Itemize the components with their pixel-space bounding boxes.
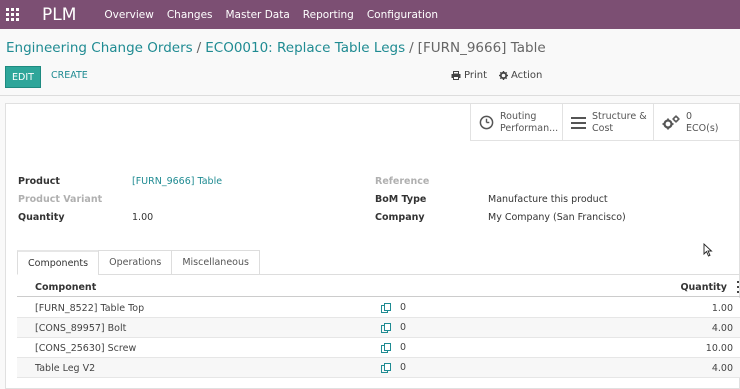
- bom-type-value: Manufacture this product: [488, 194, 608, 205]
- control-panel-divider: [0, 95, 740, 96]
- routing-label-line1: Routing: [500, 110, 537, 122]
- top-navbar: PLM Overview Changes Master Data Reporti…: [0, 0, 740, 29]
- product-variant-label: Product Variant: [18, 194, 103, 205]
- action-label: Action: [511, 70, 543, 81]
- routing-performance-button[interactable]: Routing Performan...: [470, 104, 562, 141]
- row-component: [FURN_8522] Table Top: [35, 303, 145, 314]
- company-label: Company: [375, 212, 425, 223]
- quantity-label: Quantity: [18, 212, 65, 223]
- availability-widget[interactable]: 0: [381, 362, 406, 373]
- availability-widget[interactable]: 0: [381, 342, 406, 353]
- table-row[interactable]: [CONS_25630] Screw 0 10.00: [17, 338, 740, 358]
- row-component: [CONS_89957] Bolt: [35, 323, 127, 334]
- structure-label-line1: Structure &: [592, 110, 647, 122]
- menu-changes[interactable]: Changes: [167, 9, 213, 21]
- breadcrumb-current: [FURN_9666] Table: [417, 40, 546, 56]
- menu-configuration[interactable]: Configuration: [367, 9, 438, 21]
- tab-components[interactable]: Components: [17, 250, 100, 275]
- availability-widget[interactable]: 0: [381, 302, 406, 313]
- copy-icon: [381, 322, 391, 333]
- column-header-component[interactable]: Component: [35, 282, 96, 293]
- notebook-tabs: Components Operations Miscellaneous: [17, 250, 260, 275]
- tab-miscellaneous[interactable]: Miscellaneous: [171, 250, 260, 275]
- smart-button-bar: Routing Performan... Structure & Cost 0 …: [470, 104, 739, 141]
- copy-icon: [381, 302, 391, 313]
- eco-label: ECO(s): [686, 122, 719, 134]
- optional-columns-icon[interactable]: [735, 281, 740, 293]
- copy-icon: [381, 362, 391, 373]
- row-available: 0: [400, 342, 407, 353]
- breadcrumb-eco-record[interactable]: ECO0010: Replace Table Legs: [205, 40, 405, 56]
- row-available: 0: [400, 322, 407, 333]
- row-quantity: 4.00: [711, 323, 733, 334]
- row-available: 0: [400, 302, 407, 313]
- eco-count: 0: [686, 110, 693, 122]
- routing-label-line2: Performan...: [500, 122, 559, 134]
- form-sheet: Routing Performan... Structure & Cost 0 …: [5, 103, 740, 389]
- company-value: My Company (San Francisco): [488, 212, 626, 223]
- row-quantity: 1.00: [711, 303, 733, 314]
- print-label: Print: [464, 70, 488, 81]
- structure-label-line2: Cost: [592, 122, 614, 134]
- product-label: Product: [18, 176, 60, 187]
- breadcrumb-eco-list[interactable]: Engineering Change Orders: [6, 40, 193, 56]
- quantity-value: 1.00: [132, 212, 154, 223]
- action-button[interactable]: Action: [499, 70, 542, 81]
- print-button[interactable]: Print: [451, 70, 487, 81]
- table-row[interactable]: Table Leg V2 0 4.00: [17, 358, 740, 378]
- reference-label: Reference: [375, 176, 430, 187]
- table-row[interactable]: [CONS_89957] Bolt 0 4.00: [17, 318, 740, 338]
- edit-button[interactable]: EDIT: [5, 66, 41, 88]
- components-table-header: Component Quantity: [17, 277, 740, 297]
- menu-overview[interactable]: Overview: [104, 9, 153, 21]
- print-icon: [451, 71, 461, 80]
- cogs-icon: [662, 115, 680, 130]
- app-brand[interactable]: PLM: [42, 5, 76, 25]
- row-quantity: 4.00: [711, 363, 733, 374]
- create-button[interactable]: CREATE: [51, 70, 88, 81]
- availability-widget[interactable]: 0: [381, 322, 406, 333]
- breadcrumb: Engineering Change Orders / ECO0010: Repla…: [6, 40, 546, 56]
- eco-count-button[interactable]: 0 ECO(s): [653, 104, 739, 141]
- column-header-quantity[interactable]: Quantity: [680, 282, 727, 293]
- breadcrumb-separator: /: [196, 40, 202, 56]
- bars-icon: [571, 116, 586, 129]
- copy-icon: [381, 342, 391, 353]
- table-row[interactable]: [FURN_8522] Table Top 0 1.00: [17, 298, 740, 318]
- mouse-cursor-icon: [703, 243, 713, 257]
- row-quantity: 10.00: [705, 343, 733, 354]
- menu-reporting[interactable]: Reporting: [303, 9, 354, 21]
- breadcrumb-separator: /: [409, 40, 414, 56]
- row-component: Table Leg V2: [35, 363, 96, 374]
- row-available: 0: [400, 362, 407, 373]
- apps-menu-icon[interactable]: [6, 7, 20, 22]
- menu-master-data[interactable]: Master Data: [226, 9, 290, 21]
- clock-icon: [479, 115, 494, 130]
- gear-icon: [499, 71, 508, 80]
- bom-type-label: BoM Type: [375, 194, 427, 205]
- tab-operations[interactable]: Operations: [98, 250, 173, 275]
- row-component: [CONS_25630] Screw: [35, 343, 137, 354]
- product-value[interactable]: [FURN_9666] Table: [132, 176, 222, 187]
- structure-cost-button[interactable]: Structure & Cost: [562, 104, 653, 141]
